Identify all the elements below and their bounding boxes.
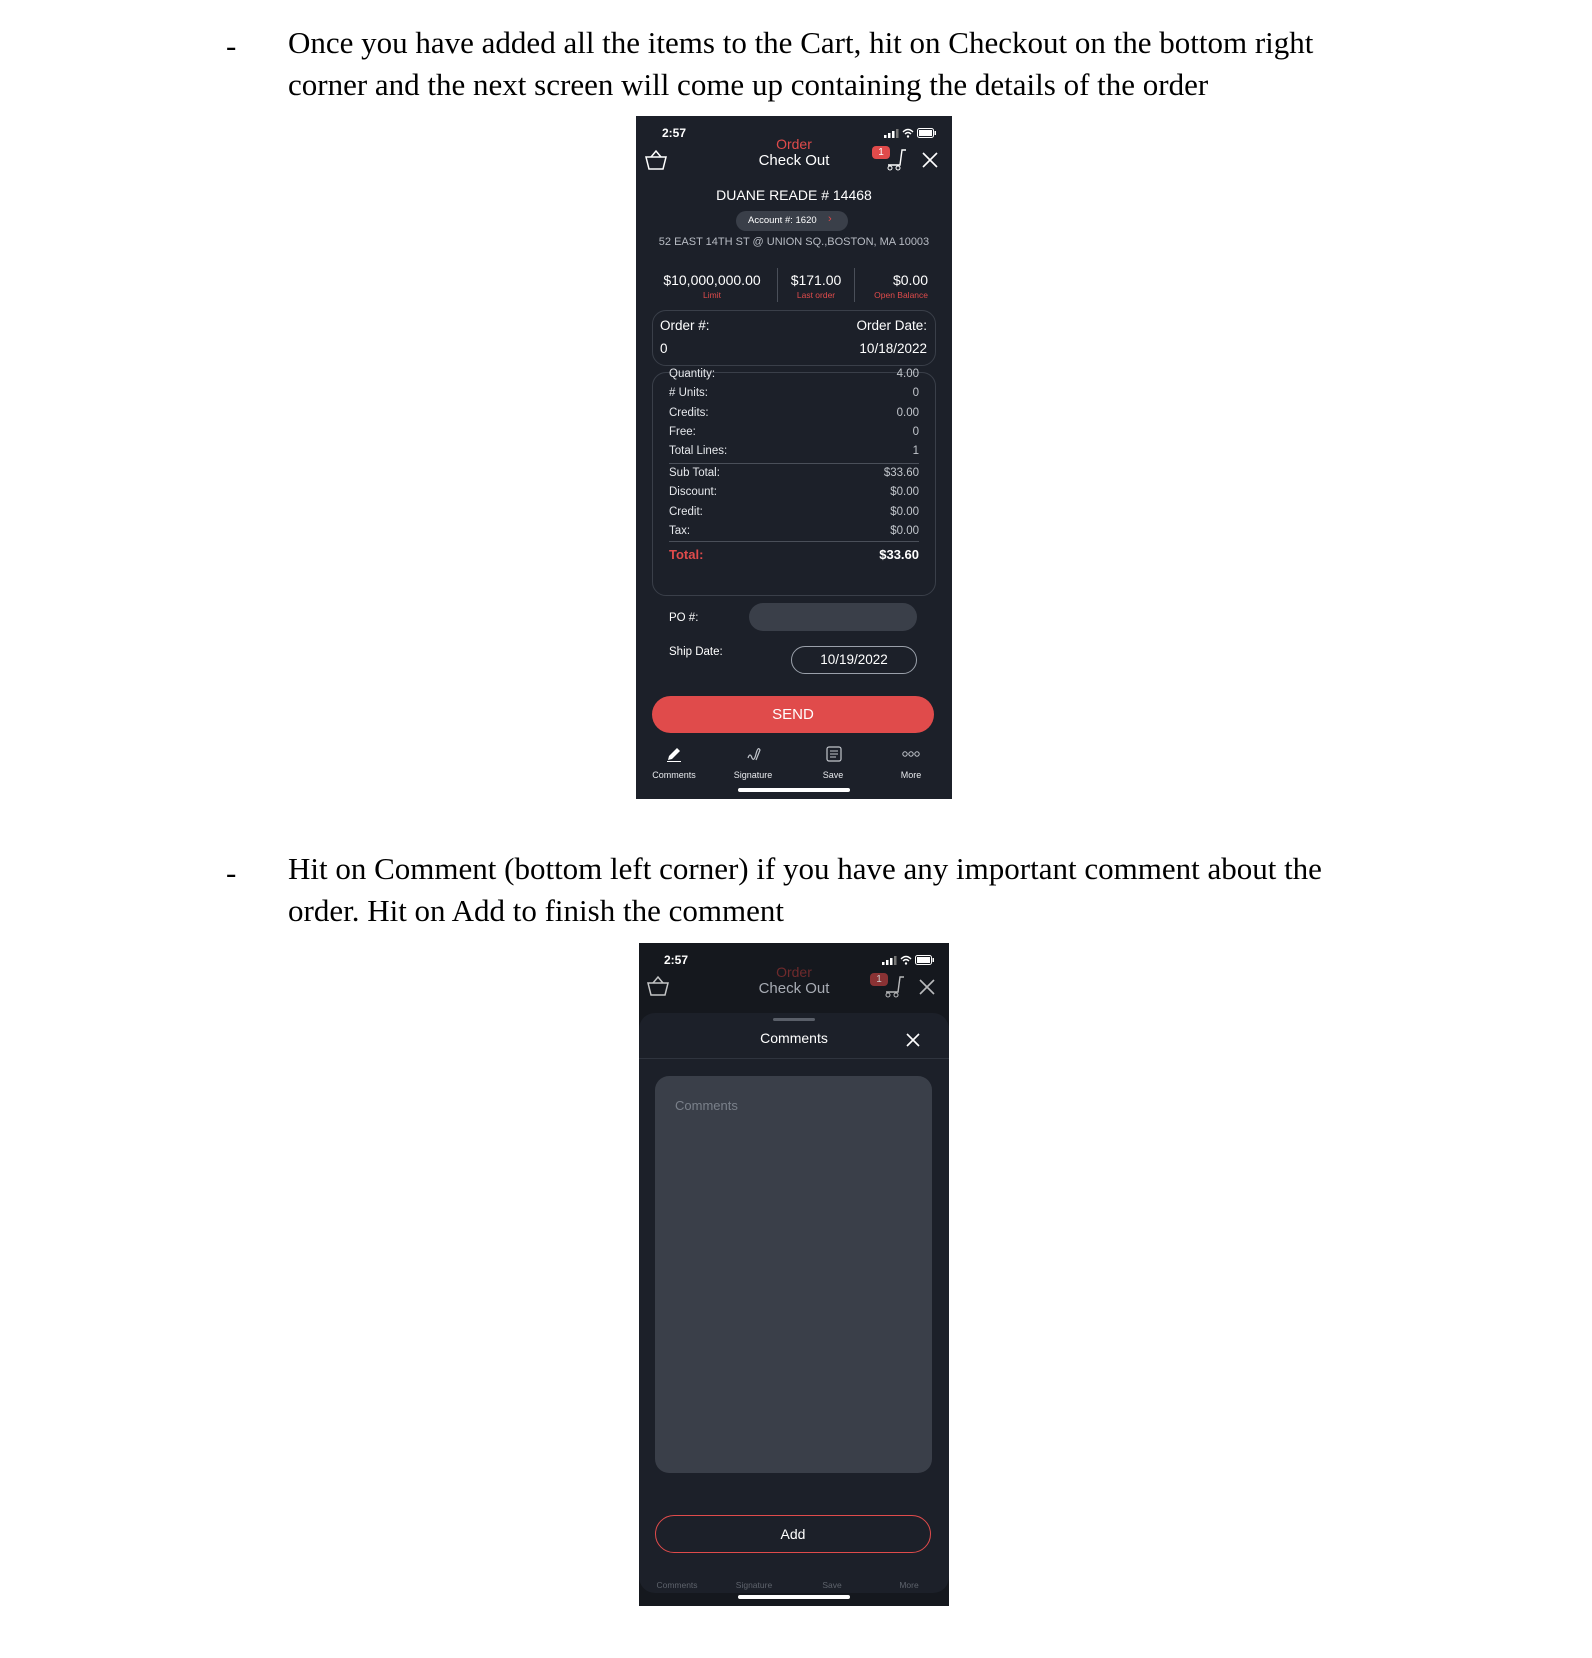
cart-icon[interactable] [884,148,908,172]
total-label: Total: [669,547,704,562]
checkout-screen: 2:57 Order Check Out 1 DUANE READE # 144… [636,116,952,799]
sheet-divider [639,1058,949,1059]
stat-last-order-label: Last order [796,290,836,300]
po-input[interactable] [749,603,917,631]
signature-icon[interactable] [746,746,764,762]
tab-save: Save [822,1580,842,1590]
tab-signature[interactable]: Signature [718,770,788,780]
summary-value: 4.00 [896,368,919,380]
tab-save[interactable]: Save [798,770,868,780]
summary-value: $33.60 [883,467,919,479]
instruction-step-2: Hit on Comment (bottom left corner) if y… [288,851,1322,928]
summary-label: Tax: [669,524,691,537]
summary-label: Total Lines: [669,445,728,458]
add-button[interactable]: Add [655,1515,931,1553]
close-icon[interactable] [905,1032,921,1048]
home-indicator [738,1595,850,1599]
stat-balance-label: Open Balance [874,290,928,300]
close-icon [919,979,935,995]
order-number-label: Order #: [660,318,710,333]
stat-limit-value: $10,000,000.00 [663,272,761,288]
summary-value: 0.00 [896,406,919,419]
tab-comments: Comments [656,1580,698,1590]
stat-limit-label: Limit [703,290,721,300]
bullet-1: - [226,28,237,63]
summary-divider [669,541,919,542]
save-icon[interactable] [826,746,842,762]
pencil-icon[interactable] [666,746,682,762]
chevron-right-icon: › [828,213,832,225]
summary-label: Credit: [669,505,703,518]
summary-divider [669,463,919,464]
account-number: Account #: 1620 [748,215,817,226]
tab-signature: Signature [735,1580,773,1590]
tab-more: More [899,1580,919,1590]
instruction-step-1: Once you have added all the items to the… [288,25,1314,102]
summary-label: # Units: [669,387,708,400]
ship-date-label: Ship Date: [669,646,723,658]
order-date-label: Order Date: [856,318,927,333]
summary-label: Credits: [669,406,709,419]
more-icon[interactable] [902,750,920,758]
summary-value: $0.00 [890,505,919,518]
store-name: DUANE READE # 14468 [716,187,872,203]
home-indicator [738,788,850,792]
summary-value: 0 [912,425,919,438]
order-number-value: 0 [660,341,668,356]
store-address: 52 EAST 14TH ST @ UNION SQ.,BOSTON, MA 1… [658,236,930,248]
account-pill[interactable]: Account #: 1620 › [736,211,848,231]
order-summary-card [652,372,936,596]
total-value: $33.60 [879,547,919,562]
bullet-2: - [226,855,237,890]
po-label: PO #: [669,612,699,624]
order-date-value: 10/18/2022 [859,341,927,356]
comments-screen: 2:57 Order Check Out 1 Comments Comments… [639,943,949,1606]
summary-label: Discount: [669,486,717,499]
tab-more[interactable]: More [876,770,946,780]
stat-last-order-value: $171.00 [790,272,842,288]
summary-value: 0 [912,387,919,400]
close-icon[interactable] [921,151,939,169]
summary-label: Free: [669,425,696,438]
summary-label: Quantity: [669,368,716,380]
send-button[interactable]: SEND [652,696,934,733]
cart-icon [885,976,904,998]
comments-placeholder: Comments [675,1098,738,1113]
summary-value: $0.00 [890,486,919,499]
stat-balance-value: $0.00 [892,272,928,288]
summary-label: Sub Total: [669,467,720,479]
summary-value: $0.00 [890,524,919,537]
summary-value: 1 [912,445,919,458]
sheet-grabber[interactable] [773,1018,815,1021]
ship-date-input[interactable]: 10/19/2022 [791,646,917,674]
sheet-title: Comments [760,1030,828,1046]
tab-comments[interactable]: Comments [639,770,709,780]
comments-textarea[interactable]: Comments [655,1076,932,1473]
